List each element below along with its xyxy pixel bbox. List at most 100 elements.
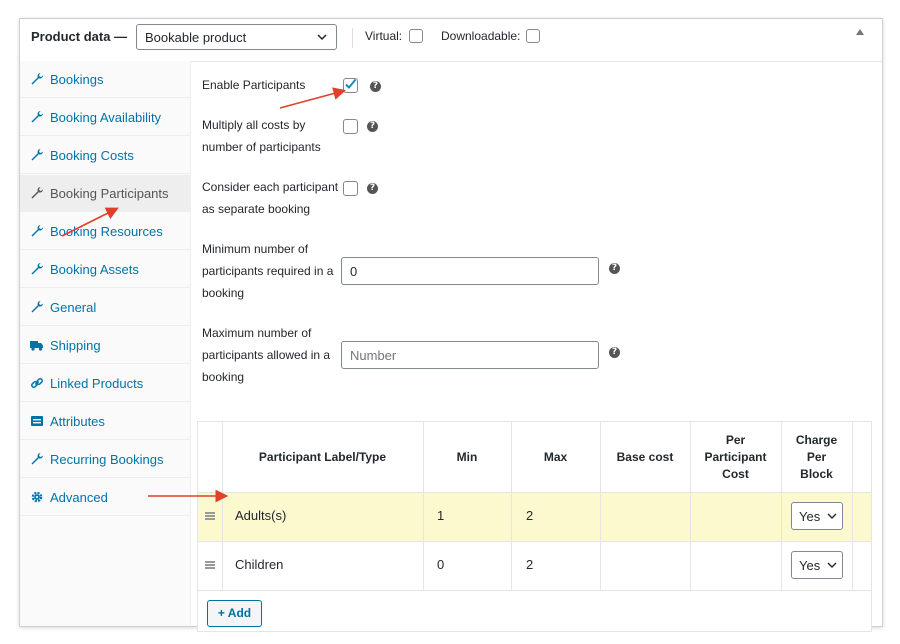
table-row: Adults(s) 1 2 Yes bbox=[198, 492, 871, 541]
help-icon[interactable]: ? bbox=[609, 263, 620, 274]
column-divider bbox=[511, 422, 512, 590]
column-header-per-participant-cost: Per Participant Cost bbox=[704, 432, 767, 481]
sidebar-item-booking-participants[interactable]: Booking Participants bbox=[20, 175, 190, 212]
min-participants-label-line1: Minimum number of bbox=[202, 242, 309, 256]
wrench-icon bbox=[31, 301, 43, 313]
wrench-icon bbox=[31, 453, 43, 465]
sidebar-item-booking-availability[interactable]: Booking Availability bbox=[20, 99, 190, 136]
wrench-icon bbox=[31, 187, 43, 199]
max-participants-label-line1: Maximum number of bbox=[202, 326, 312, 340]
participant-types-table: Participant Label/Type Min Max Base cost… bbox=[197, 421, 872, 632]
sidebar-item-label: Recurring Bookings bbox=[50, 452, 164, 467]
product-data-panel: Product data — Bookable product Virtual:… bbox=[19, 18, 883, 632]
sidebar-item-advanced[interactable]: Advanced bbox=[20, 479, 190, 516]
max-participants-label-line3: booking bbox=[202, 370, 245, 384]
wrench-icon bbox=[31, 225, 43, 237]
sidebar-item-bookings[interactable]: Bookings bbox=[20, 61, 190, 98]
min-participants-label-line3: booking bbox=[202, 286, 245, 300]
add-participant-button[interactable]: + Add bbox=[207, 600, 262, 627]
sidebar-item-label: Booking Participants bbox=[50, 186, 169, 201]
table-divider bbox=[198, 590, 871, 591]
column-header-base-cost: Base cost bbox=[616, 449, 674, 464]
help-icon[interactable]: ? bbox=[367, 121, 378, 132]
sidebar-item-recurring-bookings[interactable]: Recurring Bookings bbox=[20, 441, 190, 478]
help-icon[interactable]: ? bbox=[370, 81, 381, 92]
virtual-label: Virtual: bbox=[365, 29, 403, 43]
virtual-checkbox[interactable] bbox=[409, 29, 423, 43]
product-type-select[interactable]: Bookable product bbox=[136, 24, 337, 50]
max-participants-input[interactable]: Number bbox=[341, 341, 599, 369]
charge-value: Yes bbox=[799, 509, 821, 524]
column-divider bbox=[222, 422, 223, 590]
min-participants-input[interactable]: 0 bbox=[341, 257, 599, 285]
help-icon[interactable]: ? bbox=[609, 347, 620, 358]
sidebar-item-label: Booking Availability bbox=[50, 110, 162, 125]
chevron-down-icon bbox=[317, 34, 327, 41]
max-participants-label-line2: participants allowed in a bbox=[202, 348, 331, 362]
panel-header: Product data — Bookable product Virtual:… bbox=[20, 19, 882, 62]
chevron-down-icon bbox=[827, 513, 837, 519]
sidebar-item-shipping[interactable]: Shipping bbox=[20, 327, 190, 364]
max-cell[interactable]: 2 bbox=[526, 508, 533, 523]
sidebar-item-general[interactable]: General bbox=[20, 289, 190, 326]
multiply-costs-label-line1: Multiply all costs by bbox=[202, 118, 306, 132]
charge-per-block-select[interactable]: Yes bbox=[791, 502, 843, 530]
downloadable-label: Downloadable: bbox=[441, 29, 521, 43]
column-divider bbox=[690, 422, 691, 590]
link-icon bbox=[31, 378, 43, 388]
table-row: Children 0 2 Yes bbox=[198, 541, 871, 590]
product-type-value: Bookable product bbox=[145, 30, 247, 45]
product-data-tabs: Bookings Booking Availability Booking Co… bbox=[20, 61, 191, 626]
column-header-charge-per-block: Charge Per Block bbox=[795, 432, 838, 481]
column-divider bbox=[781, 422, 782, 590]
column-header-max: Max bbox=[543, 449, 568, 464]
enable-participants-checkbox[interactable] bbox=[343, 78, 358, 93]
sidebar-item-label: Booking Assets bbox=[50, 262, 139, 277]
sidebar-item-label: Linked Products bbox=[50, 376, 144, 391]
participants-panel: Enable Participants ? Multiply all costs… bbox=[191, 61, 882, 632]
column-header-min: Min bbox=[456, 449, 478, 464]
checkmark-icon bbox=[345, 78, 357, 89]
sidebar-item-attributes[interactable]: Attributes bbox=[20, 403, 190, 440]
min-participants-label-line2: participants required in a bbox=[202, 264, 334, 278]
list-icon bbox=[31, 416, 43, 426]
sidebar-item-label: Advanced bbox=[50, 490, 108, 505]
sidebar-item-label: Booking Costs bbox=[50, 148, 134, 163]
column-divider bbox=[852, 422, 853, 590]
separate-booking-checkbox[interactable] bbox=[343, 181, 358, 196]
sidebar-item-label: Bookings bbox=[50, 72, 104, 87]
drag-handle-icon[interactable] bbox=[205, 512, 215, 520]
downloadable-checkbox[interactable] bbox=[526, 29, 540, 43]
min-participants-value: 0 bbox=[350, 264, 358, 279]
gear-icon bbox=[31, 491, 43, 503]
wrench-icon bbox=[31, 149, 43, 161]
drag-handle-icon[interactable] bbox=[205, 561, 215, 569]
wrench-icon bbox=[31, 73, 43, 85]
sidebar-item-label: Shipping bbox=[50, 338, 101, 353]
participant-label-cell[interactable]: Children bbox=[235, 557, 283, 572]
header-divider bbox=[352, 28, 353, 48]
column-divider bbox=[423, 422, 424, 590]
sidebar-item-booking-resources[interactable]: Booking Resources bbox=[20, 213, 190, 250]
sidebar-item-label: Attributes bbox=[50, 414, 105, 429]
max-cell[interactable]: 2 bbox=[526, 557, 533, 572]
help-icon[interactable]: ? bbox=[367, 183, 378, 194]
column-header-label: Participant Label/Type bbox=[258, 449, 387, 464]
sidebar-item-booking-costs[interactable]: Booking Costs bbox=[20, 137, 190, 174]
separate-booking-label-line1: Consider each participant bbox=[202, 180, 339, 194]
wrench-icon bbox=[31, 111, 43, 123]
charge-per-block-select[interactable]: Yes bbox=[791, 551, 843, 579]
column-divider bbox=[600, 422, 601, 590]
multiply-costs-label-line2: number of participants bbox=[202, 140, 321, 154]
min-cell[interactable]: 1 bbox=[437, 508, 444, 523]
sidebar-item-label: General bbox=[50, 300, 97, 315]
participant-label-cell[interactable]: Adults(s) bbox=[235, 508, 286, 523]
collapse-toggle-icon[interactable] bbox=[856, 29, 864, 35]
enable-participants-label: Enable Participants bbox=[202, 78, 306, 92]
sidebar-item-booking-assets[interactable]: Booking Assets bbox=[20, 251, 190, 288]
sidebar-item-linked-products[interactable]: Linked Products bbox=[20, 365, 190, 402]
min-cell[interactable]: 0 bbox=[437, 557, 444, 572]
truck-icon bbox=[30, 341, 43, 351]
multiply-costs-checkbox[interactable] bbox=[343, 119, 358, 134]
wrench-icon bbox=[31, 263, 43, 275]
